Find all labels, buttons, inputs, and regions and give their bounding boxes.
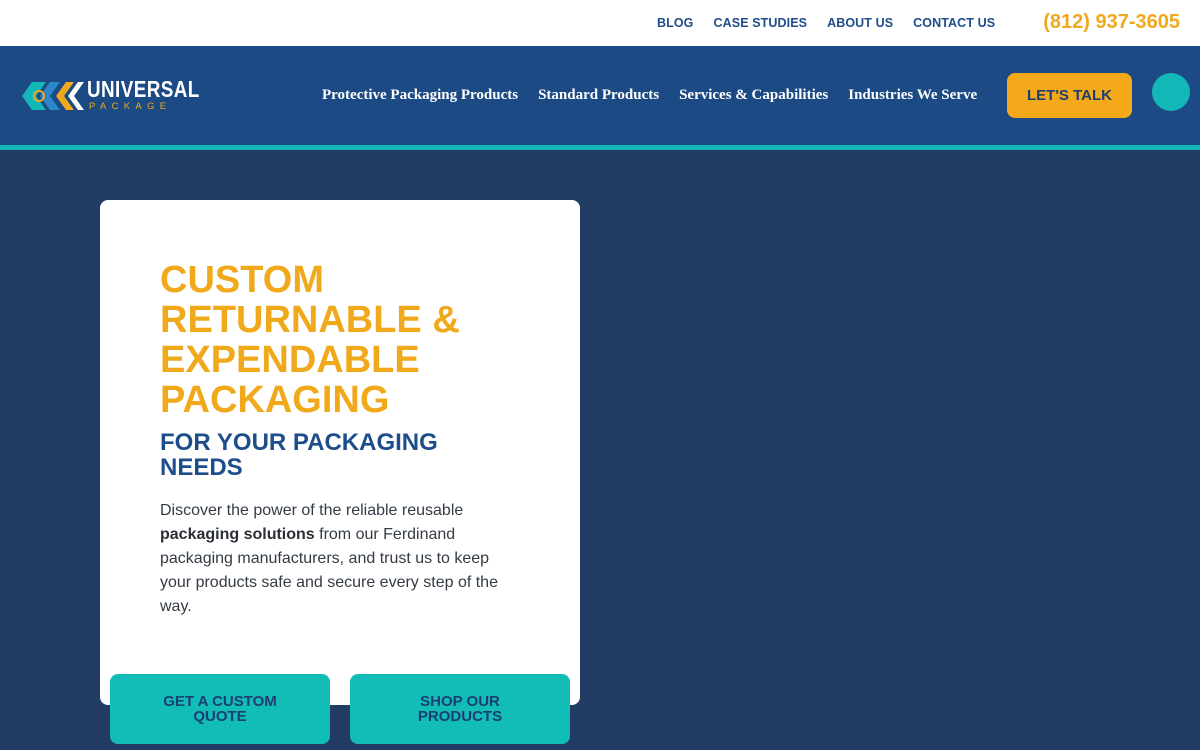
nav-protective-packaging-products[interactable]: Protective Packaging Products	[322, 87, 518, 104]
shop-our-products-button[interactable]: SHOP OUR PRODUCTS	[350, 674, 570, 744]
nav-services-capabilities[interactable]: Services & Capabilities	[679, 87, 828, 104]
hero-description: Discover the power of the reliable reusa…	[160, 499, 510, 619]
get-custom-quote-button[interactable]: GET A CUSTOM QUOTE	[110, 674, 330, 744]
packaging-solutions-link[interactable]: packaging solutions	[160, 526, 315, 543]
nav-standard-products[interactable]: Standard Products	[538, 87, 659, 104]
about-us-link[interactable]: ABOUT US	[827, 16, 893, 30]
blog-link[interactable]: BLOG	[657, 16, 694, 30]
header-divider	[0, 145, 1200, 150]
logo-mark-icon	[22, 82, 84, 110]
phone-number-link[interactable]: (812) 937-3605	[1043, 11, 1180, 34]
search-toggle-button[interactable]	[1152, 73, 1190, 111]
nav-industries-we-serve[interactable]: Industries We Serve	[848, 87, 977, 104]
main-header: UNIVERSAL PACKAGE Protective Packaging P…	[0, 46, 1200, 145]
hero-description-text: Discover the power of the reliable reusa…	[160, 502, 464, 519]
logo-tagline: PACKAGE	[89, 101, 172, 112]
hero-subheadline: FOR YOUR PACKAGING NEEDS	[160, 429, 438, 481]
hero-headline: CUSTOM RETURNABLE & EXPENDABLE PACKAGING	[160, 259, 460, 421]
top-utility-bar: BLOG CASE STUDIES ABOUT US CONTACT US (8…	[0, 0, 1200, 46]
logo-wordmark: UNIVERSAL	[87, 76, 200, 102]
main-nav: Protective Packaging Products Standard P…	[322, 87, 977, 104]
universal-package-logo[interactable]: UNIVERSAL PACKAGE	[22, 76, 199, 116]
contact-us-link[interactable]: CONTACT US	[913, 16, 995, 30]
case-studies-link[interactable]: CASE STUDIES	[714, 16, 808, 30]
utility-links: BLOG CASE STUDIES ABOUT US CONTACT US	[657, 16, 995, 30]
lets-talk-button[interactable]: LET'S TALK	[1007, 73, 1132, 118]
hero-card: CUSTOM RETURNABLE & EXPENDABLE PACKAGING…	[100, 200, 580, 705]
